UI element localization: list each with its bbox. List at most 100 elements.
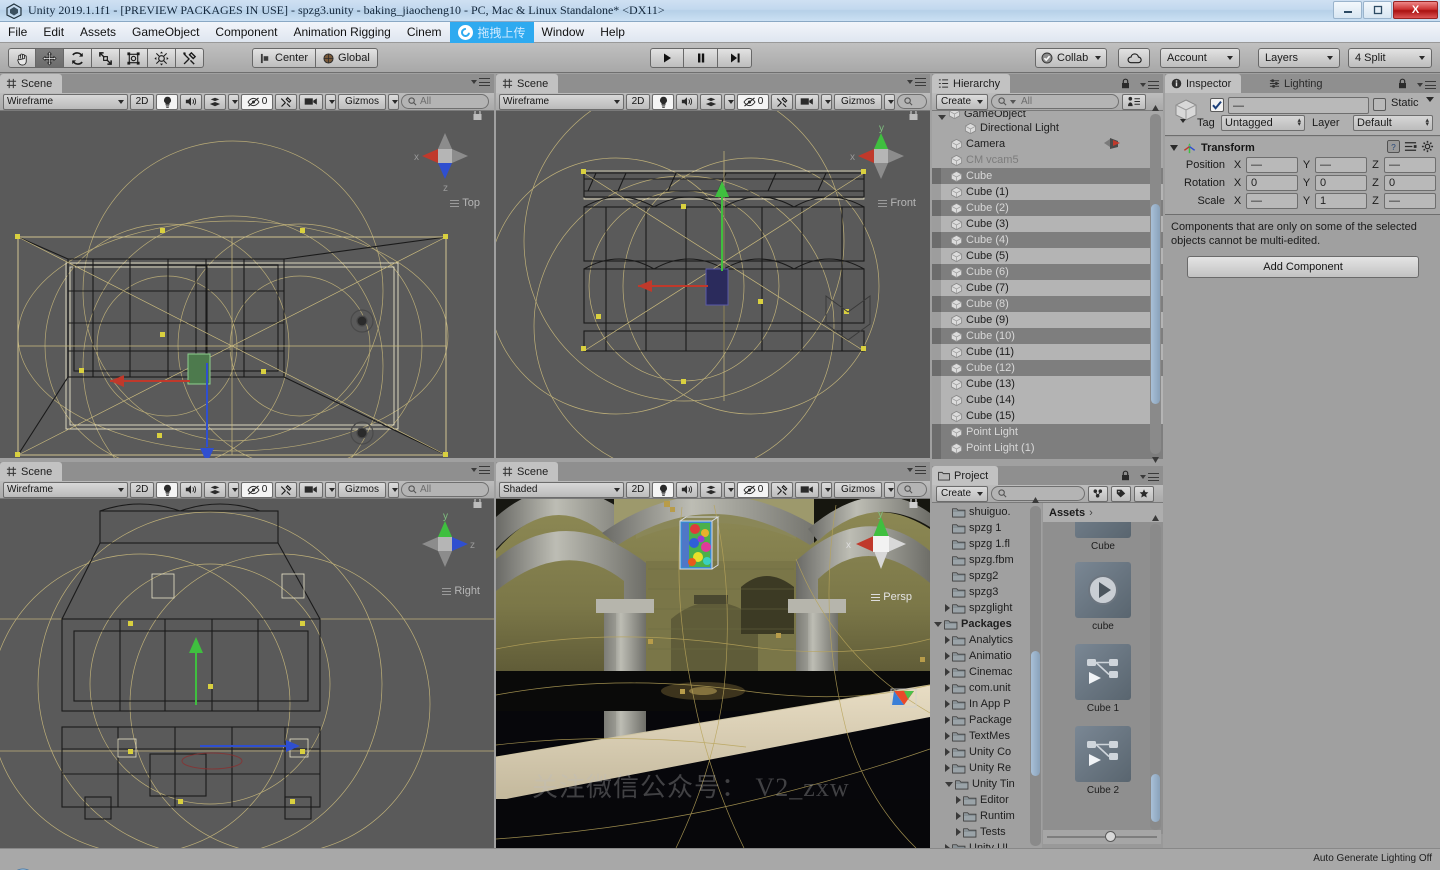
project-grid-scrollthumb[interactable]: [1151, 774, 1160, 822]
hierarchy-lock-icon[interactable]: [1121, 78, 1130, 92]
menu-window[interactable]: Window: [534, 22, 593, 43]
scene-panel-menu-4[interactable]: [904, 466, 926, 474]
tab-scene-2[interactable]: Scene: [496, 74, 558, 93]
transform-scale-z-field[interactable]: —: [1384, 193, 1436, 209]
scene-settings-1[interactable]: [275, 94, 297, 110]
scroll-up-arrow-icon[interactable]: [1031, 496, 1040, 505]
project-zoom-slider[interactable]: [1043, 830, 1161, 844]
camera-dropdown-4[interactable]: [821, 482, 832, 498]
fx-dropdown-3[interactable]: [228, 482, 239, 498]
hierarchy-item-cube[interactable]: Cube: [932, 168, 1163, 184]
transform-position-x-field[interactable]: —: [1246, 157, 1298, 173]
tab-scene-3[interactable]: Scene: [0, 462, 62, 481]
toggle-audio-3[interactable]: [180, 482, 202, 498]
foldout-open-icon[interactable]: [945, 782, 953, 787]
hierarchy-item-cube-5[interactable]: Cube (5): [932, 248, 1163, 264]
transform-foldout-icon[interactable]: [1170, 145, 1178, 151]
handle-space-button[interactable]: Global: [316, 48, 378, 68]
scroll-up-arrow-icon[interactable]: [1151, 514, 1160, 523]
menu-gameobject[interactable]: GameObject: [124, 22, 207, 43]
rect-tool-button[interactable]: [120, 48, 148, 68]
layer-dropdown[interactable]: Default ▴▾: [1353, 115, 1433, 131]
foldout-closed-icon[interactable]: [945, 684, 950, 692]
hierarchy-search-input[interactable]: All: [991, 94, 1119, 109]
gizmos-button-2[interactable]: Gizmos: [834, 94, 882, 110]
hierarchy-list[interactable]: GameObjectDirectional LightCameraCM vcam…: [932, 111, 1163, 459]
hierarchy-sort-button[interactable]: [1122, 94, 1146, 110]
project-asset-grid[interactable]: CubecubeCube 1Cube 2: [1043, 522, 1163, 834]
gizmos-button-1[interactable]: Gizmos: [338, 94, 386, 110]
tab-hierarchy[interactable]: Hierarchy: [932, 74, 1010, 93]
project-tree-item-com-unit[interactable]: com.unit: [932, 680, 1042, 696]
tab-project[interactable]: Project: [932, 466, 998, 485]
project-tree-item-packages[interactable]: Packages: [932, 616, 1042, 632]
scene-panel-menu-3[interactable]: [468, 466, 490, 474]
fx-dropdown-1[interactable]: [228, 94, 239, 110]
hierarchy-item-cube-2[interactable]: Cube (2): [932, 200, 1163, 216]
camera-dropdown-3[interactable]: [325, 482, 336, 498]
toggle-fx-1[interactable]: [204, 94, 226, 110]
inspector-lock-icon[interactable]: [1398, 78, 1407, 92]
scene-search-4[interactable]: [897, 482, 927, 497]
menu-cinemachine[interactable]: Cinem: [399, 22, 450, 43]
foldout-closed-icon[interactable]: [945, 668, 950, 676]
project-tree-item-spzg2[interactable]: spzg2: [932, 568, 1042, 584]
static-dropdown-caret-icon[interactable]: [1423, 102, 1434, 114]
tag-dropdown[interactable]: Untagged ▴▾: [1221, 115, 1305, 131]
pivot-mode-button[interactable]: Center: [252, 48, 316, 68]
scene-panel-menu-1[interactable]: [468, 78, 490, 86]
scene-lock-icon-front[interactable]: [908, 111, 919, 121]
collab-button[interactable]: Collab: [1035, 48, 1107, 68]
project-favorites-button[interactable]: [1134, 486, 1154, 502]
project-tree-scrollthumb[interactable]: [1031, 651, 1040, 776]
foldout-open-icon[interactable]: [934, 622, 942, 627]
project-tree-item-analytics[interactable]: Analytics: [932, 632, 1042, 648]
project-tree-item-editor[interactable]: Editor: [932, 792, 1042, 808]
project-lock-icon[interactable]: [1121, 470, 1130, 484]
project-tree-item-shuiguo[interactable]: shuiguo.: [932, 504, 1042, 520]
scene-gizmo-top[interactable]: x z: [408, 119, 482, 193]
toggle-lighting-4[interactable]: [652, 482, 674, 498]
transform-preset-icon[interactable]: [1404, 140, 1417, 156]
camera-settings-3[interactable]: [299, 482, 323, 498]
hierarchy-item-cube-12[interactable]: Cube (12): [932, 360, 1163, 376]
toggle-lighting-1[interactable]: [156, 94, 178, 110]
hand-tool-button[interactable]: [8, 48, 36, 68]
menu-assets[interactable]: Assets: [72, 22, 124, 43]
camera-settings-4[interactable]: [795, 482, 819, 498]
gizmos-dropdown-3[interactable]: [388, 482, 399, 498]
scroll-down-arrow-icon[interactable]: [1151, 455, 1160, 464]
project-tree-item-unity-ui[interactable]: Unity UI: [932, 840, 1042, 848]
tab-scene-1[interactable]: Scene: [0, 74, 62, 93]
hierarchy-item-cube-1[interactable]: Cube (1): [932, 184, 1163, 200]
play-button[interactable]: [650, 48, 684, 68]
scene-settings-3[interactable]: [275, 482, 297, 498]
hierarchy-item-cm-vcam5[interactable]: CM vcam5: [932, 152, 1163, 168]
hierarchy-item-cube-7[interactable]: Cube (7): [932, 280, 1163, 296]
menu-file[interactable]: File: [0, 22, 35, 43]
scene-gizmo-persp[interactable]: x y: [844, 507, 918, 581]
scene-viewport-right[interactable]: z y Right: [0, 499, 494, 848]
project-tree-item-unity-tin[interactable]: Unity Tin: [932, 776, 1042, 792]
project-tree-scrollbar[interactable]: [1030, 506, 1041, 846]
toggle-fx-2[interactable]: [700, 94, 722, 110]
project-create-button[interactable]: Create: [936, 486, 988, 502]
transform-position-y-field[interactable]: —: [1315, 157, 1367, 173]
menu-help[interactable]: Help: [592, 22, 633, 43]
scene-panel-menu-2[interactable]: [904, 78, 926, 86]
foldout-closed-icon[interactable]: [956, 812, 961, 820]
camera-dropdown-1[interactable]: [325, 94, 336, 110]
object-name-field[interactable]: —: [1228, 97, 1369, 114]
scene-visibility-1[interactable]: 0: [241, 94, 273, 110]
rotate-tool-button[interactable]: [64, 48, 92, 68]
draw-mode-dropdown-1[interactable]: Wireframe: [3, 94, 128, 110]
foldout-closed-icon[interactable]: [945, 764, 950, 772]
hierarchy-item-cube-8[interactable]: Cube (8): [932, 296, 1163, 312]
project-tree-item-spzg-1[interactable]: spzg 1: [932, 520, 1042, 536]
transform-rotation-z-field[interactable]: 0: [1384, 175, 1436, 191]
scene-lock-icon-persp[interactable]: [908, 499, 919, 509]
custom-tool-button[interactable]: [176, 48, 204, 68]
asset-item[interactable]: cube: [1075, 562, 1131, 632]
asset-item[interactable]: Cube 2: [1075, 726, 1131, 796]
transform-settings-gear-icon[interactable]: [1421, 140, 1434, 156]
